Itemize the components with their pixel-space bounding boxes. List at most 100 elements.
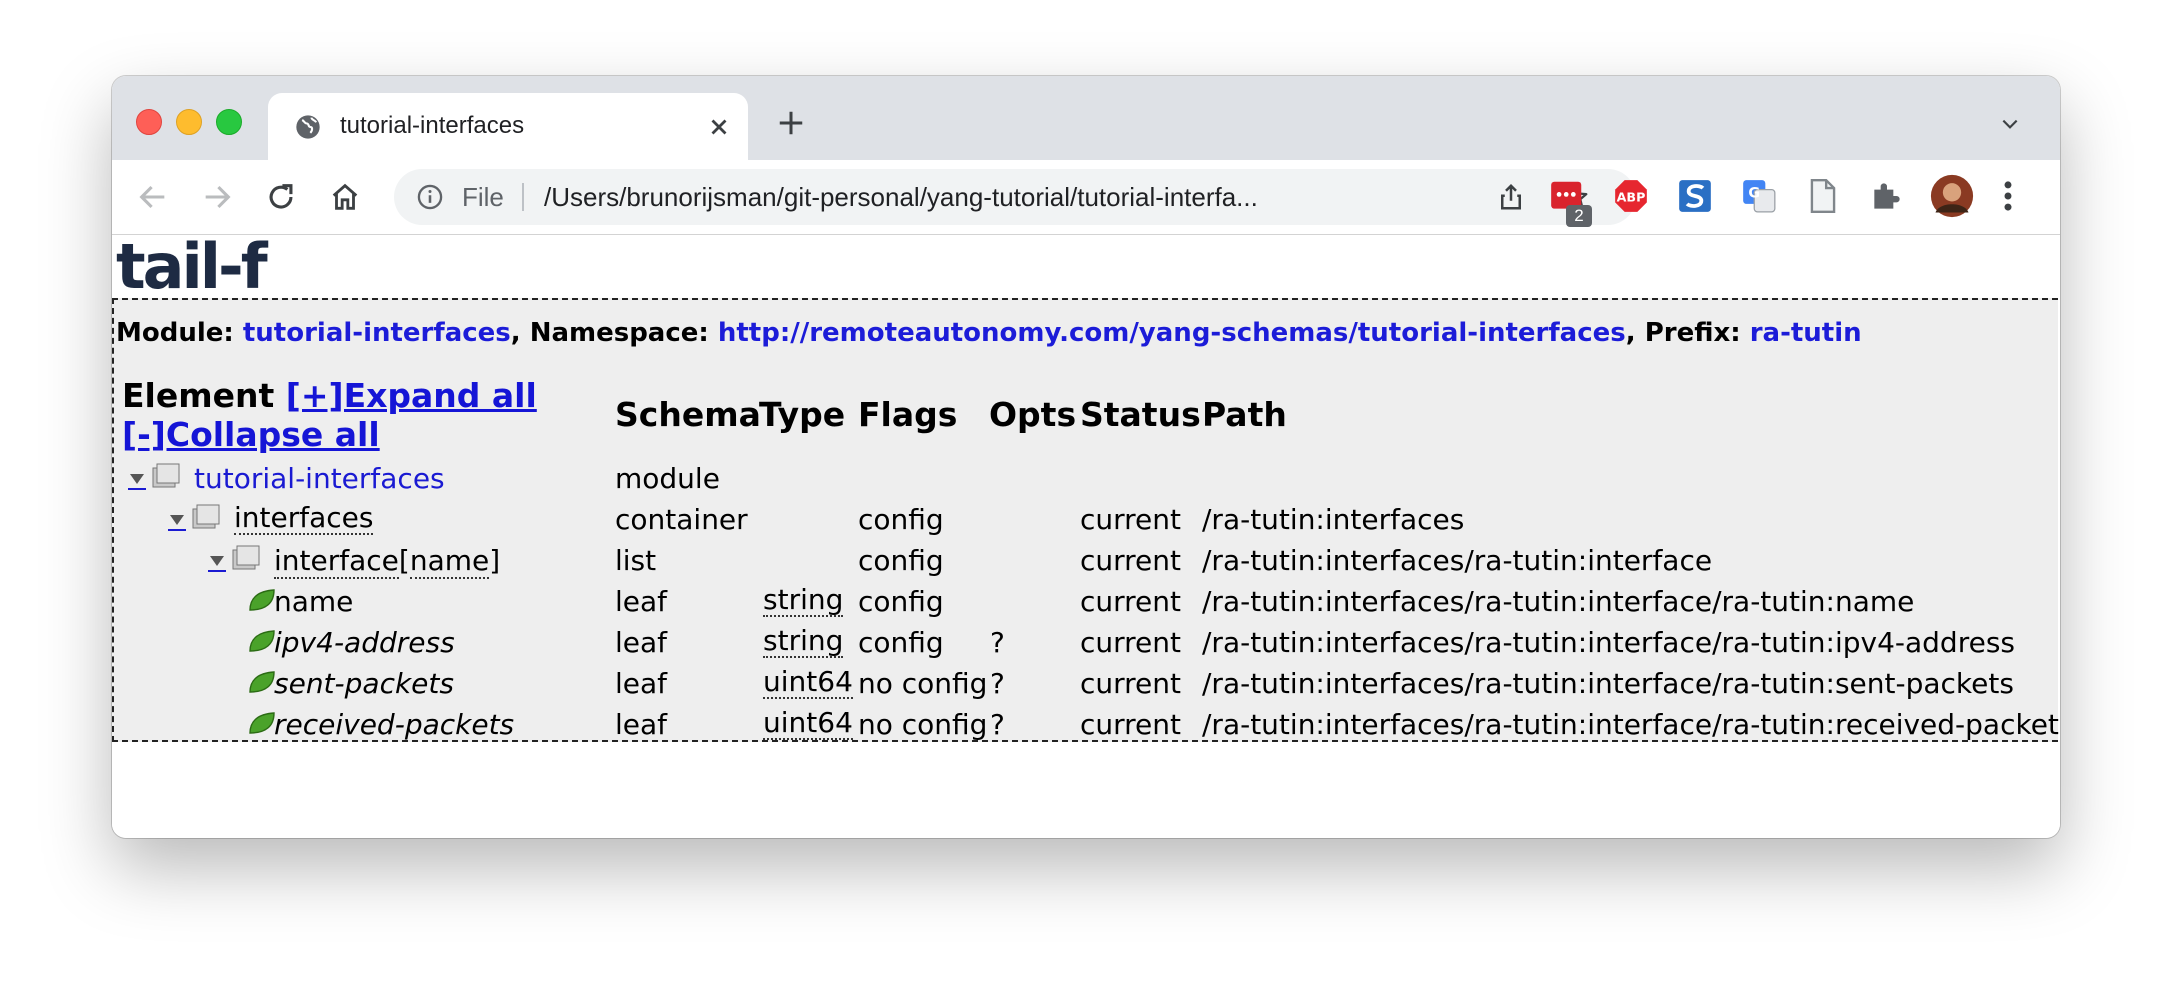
path-cell: /ra-tutin:interfaces/ra-tutin:interface/… bbox=[1202, 585, 1915, 618]
share-icon[interactable] bbox=[1496, 182, 1526, 212]
schema-cell: leaf bbox=[615, 708, 668, 741]
reload-icon[interactable] bbox=[264, 180, 298, 214]
folder-icon bbox=[192, 504, 220, 529]
extension-badge: 2 bbox=[1566, 205, 1592, 227]
path-cell: /ra-tutin:interfaces bbox=[1202, 503, 1465, 536]
flags-cell: no config bbox=[858, 708, 988, 741]
menu-dots-icon[interactable] bbox=[2000, 177, 2016, 215]
path-cell: /ra-tutin:interfaces/ra-tutin:interface bbox=[1202, 544, 1713, 577]
path-cell: /ra-tutin:interfaces/ra-tutin:interface/… bbox=[1202, 708, 2060, 741]
tab-strip: tutorial-interfaces bbox=[112, 76, 2060, 160]
flags-cell: config bbox=[858, 544, 944, 577]
home-icon[interactable] bbox=[328, 180, 362, 214]
flags-cell: config bbox=[858, 503, 944, 536]
header-path: Path bbox=[1202, 395, 1287, 434]
opts-cell: ? bbox=[990, 667, 1005, 700]
puzzle-icon[interactable] bbox=[1868, 177, 1906, 215]
svg-text:ABP: ABP bbox=[1617, 190, 1646, 205]
address-scheme: File bbox=[462, 182, 504, 212]
folder-icon bbox=[232, 545, 260, 570]
opts-cell: ? bbox=[990, 708, 1005, 741]
status-cell: current bbox=[1080, 503, 1182, 536]
leaf-icon bbox=[249, 589, 275, 611]
element-name: interfaces bbox=[234, 501, 374, 535]
svg-text:G: G bbox=[1748, 186, 1760, 202]
type-cell: string bbox=[763, 624, 844, 658]
module-label: Module: bbox=[116, 318, 243, 348]
status-cell: current bbox=[1080, 708, 1182, 741]
header-flags: Flags bbox=[858, 395, 958, 434]
browser-toolbar: File /Users/brunorijsman/git-personal/ya… bbox=[112, 160, 2060, 235]
namespace-label: , Namespace: bbox=[510, 318, 718, 348]
address-url[interactable]: /Users/brunorijsman/git-personal/yang-tu… bbox=[544, 182, 1258, 213]
element-name-link[interactable]: tutorial-interfaces bbox=[194, 462, 445, 495]
module-line: Module: tutorial-interfaces, Namespace: … bbox=[116, 318, 1862, 348]
adblock-icon[interactable]: ABP bbox=[1612, 177, 1650, 215]
status-cell: current bbox=[1080, 544, 1182, 577]
list-name: interface bbox=[274, 544, 399, 579]
flags-cell: config bbox=[858, 585, 944, 618]
collapse-triangle-icon[interactable] bbox=[208, 552, 226, 572]
header-status: Status bbox=[1080, 395, 1201, 434]
minimize-window-button[interactable] bbox=[176, 109, 202, 135]
leaf-icon bbox=[249, 630, 275, 652]
key-close-bracket: ] bbox=[489, 544, 501, 577]
schema-cell: module bbox=[615, 462, 720, 495]
element-name: ipv4-address bbox=[274, 626, 455, 659]
namespace-link[interactable]: http://remoteautonomy.com/yang-schemas/t… bbox=[718, 318, 1626, 348]
expand-all-link[interactable]: [+]Expand all bbox=[286, 376, 537, 415]
new-tab-icon[interactable] bbox=[776, 108, 806, 138]
type-cell: string bbox=[763, 583, 844, 617]
tab-tutorial-interfaces[interactable]: tutorial-interfaces bbox=[268, 93, 748, 160]
chevron-down-icon[interactable] bbox=[1998, 114, 2022, 134]
address-separator bbox=[522, 183, 524, 211]
element-name: interface[name] bbox=[274, 544, 501, 579]
close-icon[interactable] bbox=[706, 114, 732, 140]
collapse-triangle-icon[interactable] bbox=[128, 470, 146, 490]
info-icon[interactable] bbox=[416, 183, 444, 211]
address-bar[interactable]: File /Users/brunorijsman/git-personal/ya… bbox=[394, 169, 1636, 225]
element-name: sent-packets bbox=[274, 667, 454, 700]
leaf-icon bbox=[249, 712, 275, 734]
header-element: Element [+]Expand all bbox=[122, 376, 537, 415]
back-arrow-icon[interactable] bbox=[136, 180, 170, 214]
forward-arrow-icon[interactable] bbox=[200, 180, 234, 214]
avatar[interactable] bbox=[1930, 174, 1974, 218]
status-cell: current bbox=[1080, 626, 1182, 659]
close-window-button[interactable] bbox=[136, 109, 162, 135]
globe-icon bbox=[296, 115, 320, 139]
s-extension-icon[interactable] bbox=[1676, 177, 1714, 215]
collapse-triangle-icon[interactable] bbox=[168, 511, 186, 531]
element-name: received-packets bbox=[274, 708, 515, 741]
folder-icon bbox=[152, 463, 180, 488]
flags-cell: config bbox=[858, 626, 944, 659]
browser-window: tutorial-interfaces File /Users/brunorij… bbox=[112, 76, 2060, 838]
collapse-all-link[interactable]: [-]Collapse all bbox=[122, 415, 380, 454]
header-schema: Schema bbox=[615, 395, 761, 434]
prefix-link[interactable]: ra-tutin bbox=[1750, 318, 1862, 348]
status-cell: current bbox=[1080, 585, 1182, 618]
path-cell: /ra-tutin:interfaces/ra-tutin:interface/… bbox=[1202, 626, 2015, 659]
schema-cell: container bbox=[615, 503, 748, 536]
translate-icon[interactable]: G bbox=[1740, 177, 1778, 215]
type-cell: uint64 bbox=[763, 665, 853, 699]
path-cell: /ra-tutin:interfaces/ra-tutin:interface/… bbox=[1202, 667, 2014, 700]
status-cell: current bbox=[1080, 667, 1182, 700]
zoom-window-button[interactable] bbox=[216, 109, 242, 135]
schema-cell: list bbox=[615, 544, 657, 577]
tail-f-logo: tail-f bbox=[116, 230, 268, 303]
prefix-label: , Prefix: bbox=[1625, 318, 1750, 348]
document-icon[interactable] bbox=[1804, 177, 1842, 215]
element-name: name bbox=[274, 585, 354, 618]
opts-cell: ? bbox=[990, 626, 1005, 659]
tab-title: tutorial-interfaces bbox=[340, 112, 525, 139]
header-element-label: Element bbox=[122, 376, 286, 415]
module-link[interactable]: tutorial-interfaces bbox=[243, 318, 511, 348]
flags-cell: no config bbox=[858, 667, 988, 700]
header-type: Type bbox=[759, 395, 846, 434]
key-open-bracket: [ bbox=[398, 544, 410, 577]
schema-cell: leaf bbox=[615, 667, 668, 700]
page-content: tail-f Module: tutorial-interfaces, Name… bbox=[112, 235, 2060, 838]
header-opts: Opts bbox=[989, 395, 1077, 434]
leaf-icon bbox=[249, 671, 275, 693]
